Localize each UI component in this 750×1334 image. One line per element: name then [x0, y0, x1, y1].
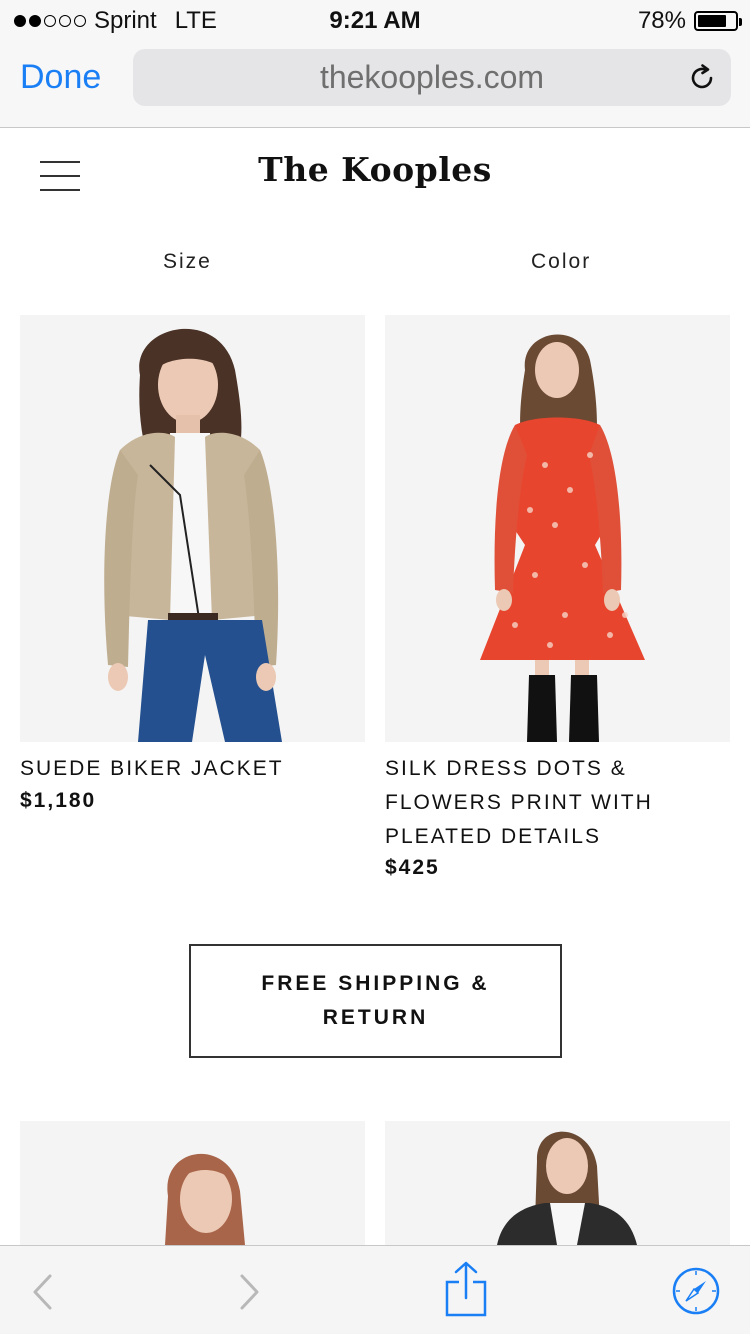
url-field[interactable]: thekooples.com	[133, 49, 731, 106]
product-price-dress: $425	[385, 856, 440, 879]
model-illustration-3	[20, 1121, 365, 1245]
battery-icon	[694, 11, 742, 31]
carrier-name: Sprint	[94, 7, 157, 34]
product-image-4[interactable]	[385, 1121, 730, 1245]
color-filter[interactable]: Color	[531, 250, 591, 274]
model-illustration-4	[385, 1121, 730, 1245]
status-left: Sprint LTE	[14, 7, 217, 35]
network-type: LTE	[174, 7, 217, 34]
site-logo[interactable]: The Kooples	[0, 150, 750, 189]
product-price-jacket: $1,180	[20, 789, 97, 812]
product-name-dress[interactable]: SILK DRESS DOTS & FLOWERS PRINT WITH PLE…	[385, 752, 730, 854]
forward-arrow-icon[interactable]	[236, 1272, 262, 1312]
free-shipping-banner[interactable]: FREE SHIPPING & RETURN	[189, 944, 562, 1058]
dress-model-illustration	[385, 315, 730, 742]
status-bar: Sprint LTE 9:21 AM 78%	[0, 0, 750, 40]
share-icon[interactable]	[444, 1260, 488, 1318]
product-image-dress[interactable]	[385, 315, 730, 742]
browser-toolbar	[0, 1245, 750, 1334]
back-arrow-icon[interactable]	[30, 1272, 56, 1312]
battery-fill	[698, 15, 727, 27]
battery-percent: 78%	[637, 7, 686, 34]
product-image-3[interactable]	[20, 1121, 365, 1245]
signal-strength-icon	[14, 15, 86, 27]
browser-address-bar: Done thekooples.com	[0, 40, 750, 128]
product-image-jacket[interactable]	[20, 315, 365, 742]
safari-compass-icon[interactable]	[671, 1266, 721, 1316]
size-filter[interactable]: Size	[163, 250, 212, 274]
done-button[interactable]: Done	[20, 58, 101, 97]
free-shipping-label: FREE SHIPPING & RETURN	[261, 972, 490, 1029]
jacket-model-illustration	[20, 315, 365, 742]
status-right: 78%	[637, 7, 742, 35]
hamburger-menu-icon[interactable]	[40, 160, 80, 192]
product-name-jacket[interactable]: SUEDE BIKER JACKET	[20, 752, 365, 786]
reload-icon[interactable]	[687, 63, 717, 93]
url-text: thekooples.com	[319, 59, 545, 95]
